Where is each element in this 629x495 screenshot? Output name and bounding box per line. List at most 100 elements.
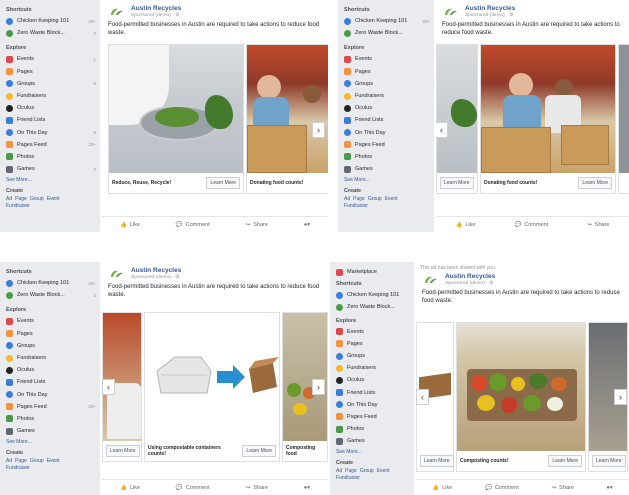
learn-more-button[interactable]: Learn More <box>440 177 474 189</box>
like-button[interactable]: 👍 Like <box>432 485 452 491</box>
austin-recycles-logo[interactable] <box>108 268 126 280</box>
audience-selector[interactable]: ●▾ <box>304 222 310 228</box>
sidebar-item-photos[interactable]: Photos <box>6 413 96 425</box>
sidebar-item-photos[interactable]: Photos <box>6 151 96 163</box>
sidebar-item-zero-waste[interactable]: Zero Waste Block... <box>336 301 410 313</box>
create-ad-link[interactable]: Ad <box>6 196 12 202</box>
carousel-card[interactable]: Donating food counts! Learn More <box>480 44 616 194</box>
carousel-card[interactable]: Using compostable containers counts! Lear… <box>144 312 280 462</box>
learn-more-button[interactable]: Learn More <box>592 455 626 467</box>
learn-more-button[interactable]: Learn More <box>420 455 454 467</box>
sidebar-item-chicken-keeping[interactable]: Chicken Keeping 101 20+ <box>6 277 96 289</box>
sidebar-item-games[interactable]: Games <box>344 163 430 175</box>
sidebar-item-friend-lists[interactable]: Friend Lists <box>344 114 430 126</box>
sidebar-item-marketplace[interactable]: Marketplace <box>336 266 410 278</box>
sidebar-item-pages[interactable]: Pages <box>6 328 96 340</box>
sidebar-item-fundraisers[interactable]: Fundraisers <box>6 352 96 364</box>
austin-recycles-logo[interactable] <box>442 6 460 18</box>
create-fundraiser-link[interactable]: Fundraiser <box>6 465 30 471</box>
austin-recycles-logo[interactable] <box>108 6 126 18</box>
sidebar-item-events[interactable]: Events <box>336 326 410 338</box>
learn-more-button[interactable]: Learn More <box>578 177 612 189</box>
carousel-card[interactable]: Learn More <box>436 44 478 194</box>
sidebar-item-pages[interactable]: Pages <box>6 66 96 78</box>
sidebar-item-on-this-day[interactable]: On This Day <box>6 389 96 401</box>
sidebar-item-pages[interactable]: Pages <box>344 66 430 78</box>
sidebar-item-friend-lists[interactable]: Friend Lists <box>6 376 96 388</box>
create-page-link[interactable]: Page <box>353 196 365 202</box>
sidebar-item-zero-waste[interactable]: Zero Waste Block... <box>344 27 430 39</box>
carousel-card[interactable]: Reduce, Reuse, Recycle! Learn More <box>108 44 244 194</box>
page-name[interactable]: Austin Recycles <box>131 267 181 274</box>
carousel-next-arrow[interactable]: › <box>312 122 325 138</box>
sidebar-item-chicken-keeping[interactable]: Chicken Keeping 101 20+ <box>344 15 430 27</box>
create-fundraiser-link[interactable]: Fundraiser <box>336 475 360 481</box>
share-button[interactable]: ↪ Share <box>246 485 268 491</box>
like-button[interactable]: 👍 Like <box>120 222 140 228</box>
share-button[interactable]: ↪ Share <box>246 222 268 228</box>
sidebar-item-on-this-day[interactable]: On This Day <box>344 127 430 139</box>
austin-recycles-logo[interactable] <box>422 274 440 286</box>
page-name[interactable]: Austin Recycles <box>465 5 515 12</box>
comment-button[interactable]: 💬 Comment <box>176 485 210 491</box>
sidebar-item-friend-lists[interactable]: Friend Lists <box>6 114 96 126</box>
sidebar-item-pages-feed[interactable]: Pages Feed 20+ <box>6 401 96 413</box>
comment-button[interactable]: 💬 Comment <box>176 222 210 228</box>
carousel-prev-arrow[interactable]: ‹ <box>436 122 448 138</box>
carousel-prev-arrow[interactable]: ‹ <box>416 389 429 405</box>
sidebar-item-oculus[interactable]: Oculus <box>6 102 96 114</box>
sidebar-item-events[interactable]: Events <box>6 315 96 327</box>
see-more-link[interactable]: See More... <box>6 437 96 447</box>
create-page-link[interactable]: Page <box>15 458 27 464</box>
sidebar-item-zero-waste[interactable]: Zero Waste Block... 2 <box>6 27 96 39</box>
sidebar-item-fundraisers[interactable]: Fundraisers <box>344 90 430 102</box>
create-event-link[interactable]: Event <box>377 468 390 474</box>
learn-more-button[interactable]: Learn More <box>206 177 240 189</box>
sidebar-item-chicken-keeping[interactable]: Chicken Keeping 101 20+ <box>6 15 96 27</box>
sidebar-item-games[interactable]: Games <box>6 425 96 437</box>
sidebar-item-on-this-day[interactable]: On This Day 6 <box>6 127 96 139</box>
see-more-link[interactable]: See More... <box>6 175 96 185</box>
sidebar-item-pages-feed[interactable]: Pages Feed 20+ <box>6 139 96 151</box>
share-button[interactable]: ↪ Share <box>551 485 573 491</box>
create-page-link[interactable]: Page <box>15 196 27 202</box>
sidebar-item-oculus[interactable]: Oculus <box>336 374 410 386</box>
learn-more-button[interactable]: Learn More <box>548 455 582 467</box>
sidebar-item-groups[interactable]: Groups 6 <box>6 78 96 90</box>
sidebar-item-chicken-keeping[interactable]: Chicken Keeping 101 <box>336 289 410 301</box>
create-fundraiser-link[interactable]: Fundraiser <box>6 203 30 209</box>
carousel-next-arrow[interactable]: › <box>312 379 325 395</box>
sidebar-item-photos[interactable]: Photos <box>344 151 430 163</box>
sidebar-item-groups[interactable]: Groups <box>6 340 96 352</box>
sidebar-item-on-this-day[interactable]: On This Day <box>336 399 410 411</box>
see-more-link[interactable]: See More... <box>344 175 430 185</box>
sidebar-item-groups[interactable]: Groups <box>336 350 410 362</box>
carousel-card[interactable] <box>618 44 629 194</box>
create-event-link[interactable]: Event <box>47 196 60 202</box>
carousel-prev-arrow[interactable]: ‹ <box>102 379 115 395</box>
sidebar-item-photos[interactable]: Photos <box>336 423 410 435</box>
create-group-link[interactable]: Group <box>368 196 382 202</box>
sidebar-item-groups[interactable]: Groups <box>344 78 430 90</box>
like-button[interactable]: 👍 Like <box>120 485 140 491</box>
comment-button[interactable]: 💬 Comment <box>485 485 519 491</box>
carousel-card[interactable]: Composting counts! Learn More <box>456 322 586 472</box>
page-name[interactable]: Austin Recycles <box>131 5 181 12</box>
sidebar-item-events[interactable]: Events 1 <box>6 53 96 65</box>
carousel-next-arrow[interactable]: › <box>614 389 627 405</box>
comment-button[interactable]: 💬 Comment <box>514 222 548 228</box>
create-group-link[interactable]: Group <box>360 468 374 474</box>
sidebar-item-fundraisers[interactable]: Fundraisers <box>336 362 410 374</box>
like-button[interactable]: 👍 Like <box>456 222 476 228</box>
sidebar-item-pages[interactable]: Pages <box>336 338 410 350</box>
see-more-link[interactable]: See More... <box>336 447 410 457</box>
sidebar-item-oculus[interactable]: Oculus <box>344 102 430 114</box>
create-group-link[interactable]: Group <box>30 458 44 464</box>
create-group-link[interactable]: Group <box>30 196 44 202</box>
learn-more-button[interactable]: Learn More <box>106 445 140 457</box>
sidebar-item-oculus[interactable]: Oculus <box>6 364 96 376</box>
sidebar-item-fundraisers[interactable]: Fundraisers <box>6 90 96 102</box>
page-name[interactable]: Austin Recycles <box>445 273 495 280</box>
sidebar-item-zero-waste[interactable]: Zero Waste Block... 2 <box>6 289 96 301</box>
sidebar-item-events[interactable]: Events <box>344 53 430 65</box>
